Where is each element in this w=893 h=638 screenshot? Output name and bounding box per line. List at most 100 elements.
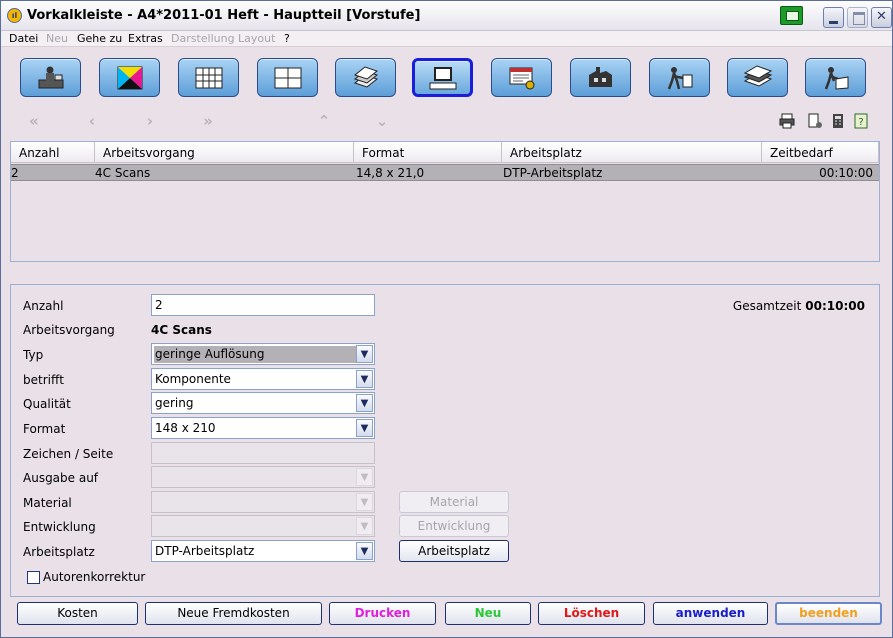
factory-icon — [588, 66, 612, 87]
cell-anzahl: 2 — [11, 166, 19, 180]
qualitaet-label: Qualität — [23, 397, 71, 411]
app-icon: ıl — [7, 8, 22, 23]
cmyk-icon — [117, 66, 142, 89]
entwicklung-button: Entwicklung — [399, 515, 509, 537]
qualitaet-value: gering — [155, 396, 194, 410]
entwicklung-select: ▼ — [151, 515, 375, 537]
chevron-down-icon[interactable]: ▼ — [356, 419, 373, 437]
title-bar: ıl Vorkalkleiste - A4*2011-01 Heft - Hau… — [1, 1, 892, 31]
chevron-down-icon[interactable]: ▼ — [356, 370, 373, 388]
column-header-format[interactable]: Format — [354, 142, 502, 163]
computer-button[interactable] — [412, 58, 473, 97]
document-settings-icon[interactable] — [807, 113, 823, 129]
typ-value: geringe Auflösung — [155, 347, 265, 361]
autorenkorrektur-label[interactable]: Autorenkorrektur — [43, 570, 145, 584]
beenden-button[interactable]: beenden — [775, 602, 882, 625]
paper-stack-button[interactable] — [335, 58, 396, 97]
menu-layout[interactable]: Layout — [238, 32, 275, 45]
autorenkorrektur-checkbox[interactable] — [27, 571, 40, 584]
betrifft-label: betrifft — [23, 373, 64, 387]
column-header-arbeitsplatz[interactable]: Arbeitsplatz — [502, 142, 762, 163]
cell-arbeitsvorgang: 4C Scans — [95, 166, 151, 180]
minimize-button[interactable] — [823, 7, 844, 28]
total-time-value: 00:10:00 — [805, 299, 865, 313]
worker-button[interactable] — [649, 58, 710, 97]
menu-bar: Datei Neu Gehe zu Extras Darstellung Lay… — [1, 31, 892, 47]
arbeitsplatz-select[interactable]: DTP-Arbeitsplatz ▼ — [151, 540, 375, 562]
chevron-down-icon[interactable]: ▼ — [356, 542, 373, 560]
column-header-arbeitsvorgang[interactable]: Arbeitsvorgang — [95, 142, 354, 163]
window-title: Vorkalkleiste - A4*2011-01 Heft - Hauptt… — [27, 8, 421, 23]
material-label: Material — [23, 496, 72, 510]
material-button: Material — [399, 491, 509, 513]
page-layout-button[interactable] — [257, 58, 318, 97]
grid-button[interactable] — [178, 58, 239, 97]
loeschen-button[interactable]: Löschen — [538, 602, 645, 625]
betrifft-value: Komponente — [155, 372, 231, 386]
menu-help[interactable]: ? — [284, 32, 290, 45]
book-stack-icon — [743, 64, 772, 87]
worker-icon — [667, 66, 692, 89]
column-header-zeitbedarf[interactable]: Zeitbedarf — [762, 142, 879, 163]
menu-darstellung[interactable]: Darstellung — [171, 32, 235, 45]
format-select[interactable]: 148 x 210 ▼ — [151, 417, 375, 439]
next-record-icon[interactable]: › — [142, 113, 158, 129]
packer-button[interactable] — [805, 58, 866, 97]
screen-settings-icon — [509, 67, 534, 89]
chevron-down-icon[interactable]: ▼ — [356, 394, 373, 412]
move-down-icon[interactable]: ⌄ — [374, 113, 390, 129]
main-toolbar — [1, 48, 892, 108]
qualitaet-select[interactable]: gering ▼ — [151, 392, 375, 414]
main-window: ıl Vorkalkleiste - A4*2011-01 Heft - Hau… — [0, 0, 893, 638]
calculator-icon[interactable] — [830, 113, 846, 129]
neue-fremdkosten-button[interactable]: Neue Fremdkosten — [145, 602, 322, 625]
maximize-button[interactable] — [847, 7, 868, 28]
zeichen-input — [151, 442, 375, 464]
paper-stack-icon — [353, 65, 378, 88]
entwicklung-label: Entwicklung — [23, 520, 96, 534]
material-select: ▼ — [151, 491, 375, 513]
menu-neu[interactable]: Neu — [46, 32, 68, 45]
arbeitsvorgang-value: 4C Scans — [151, 323, 212, 337]
format-label: Format — [23, 422, 66, 436]
cmyk-button[interactable] — [99, 58, 160, 97]
kosten-button[interactable]: Kosten — [17, 602, 138, 625]
first-record-icon[interactable]: « — [26, 113, 42, 129]
menu-datei[interactable]: Datei — [9, 32, 38, 45]
drucken-button[interactable]: Drucken — [329, 602, 436, 625]
page-layout-icon — [274, 67, 301, 88]
zeichen-label: Zeichen / Seite — [23, 447, 114, 461]
arbeitsplatz-button[interactable]: Arbeitsplatz — [399, 540, 509, 562]
total-time: Gesamtzeit 00:10:00 — [733, 299, 865, 313]
chevron-down-icon: ▼ — [356, 493, 373, 511]
prev-record-icon[interactable]: ‹ — [84, 113, 100, 129]
betrifft-select[interactable]: Komponente ▼ — [151, 368, 375, 390]
close-button[interactable] — [871, 7, 892, 28]
ausgabe-label: Ausgabe auf — [23, 471, 99, 485]
print-status-icon[interactable] — [780, 6, 803, 25]
table-row[interactable]: 2 4C Scans 14,8 x 21,0 DTP-Arbeitsplatz … — [11, 164, 879, 181]
help-document-icon[interactable]: ? — [853, 113, 869, 129]
menu-extras[interactable]: Extras — [128, 32, 163, 45]
arbeitsvorgang-label: Arbeitsvorgang — [23, 323, 115, 337]
move-up-icon[interactable]: ⌃ — [316, 113, 332, 129]
cell-format: 14,8 x 21,0 — [356, 166, 425, 180]
computer-icon — [429, 66, 456, 89]
typ-select[interactable]: geringe Auflösung ▼ — [151, 343, 375, 365]
menu-gehe-zu[interactable]: Gehe zu — [77, 32, 122, 45]
factory-button[interactable] — [570, 58, 631, 97]
svg-text:?: ? — [858, 117, 863, 128]
column-header-anzahl[interactable]: Anzahl — [11, 142, 95, 163]
neu-button[interactable]: Neu — [445, 602, 531, 625]
book-stack-button[interactable] — [727, 58, 788, 97]
screen-settings-button[interactable] — [491, 58, 552, 97]
desk-worker-button[interactable] — [20, 58, 81, 97]
packer-icon — [824, 66, 848, 90]
last-record-icon[interactable]: » — [200, 113, 216, 129]
printer-icon[interactable] — [779, 113, 795, 129]
anzahl-input[interactable]: 2 — [151, 294, 375, 316]
desk-worker-icon — [38, 66, 63, 88]
anwenden-button[interactable]: anwenden — [653, 602, 768, 625]
ausgabe-select: ▼ — [151, 466, 375, 488]
chevron-down-icon[interactable]: ▼ — [356, 345, 373, 363]
